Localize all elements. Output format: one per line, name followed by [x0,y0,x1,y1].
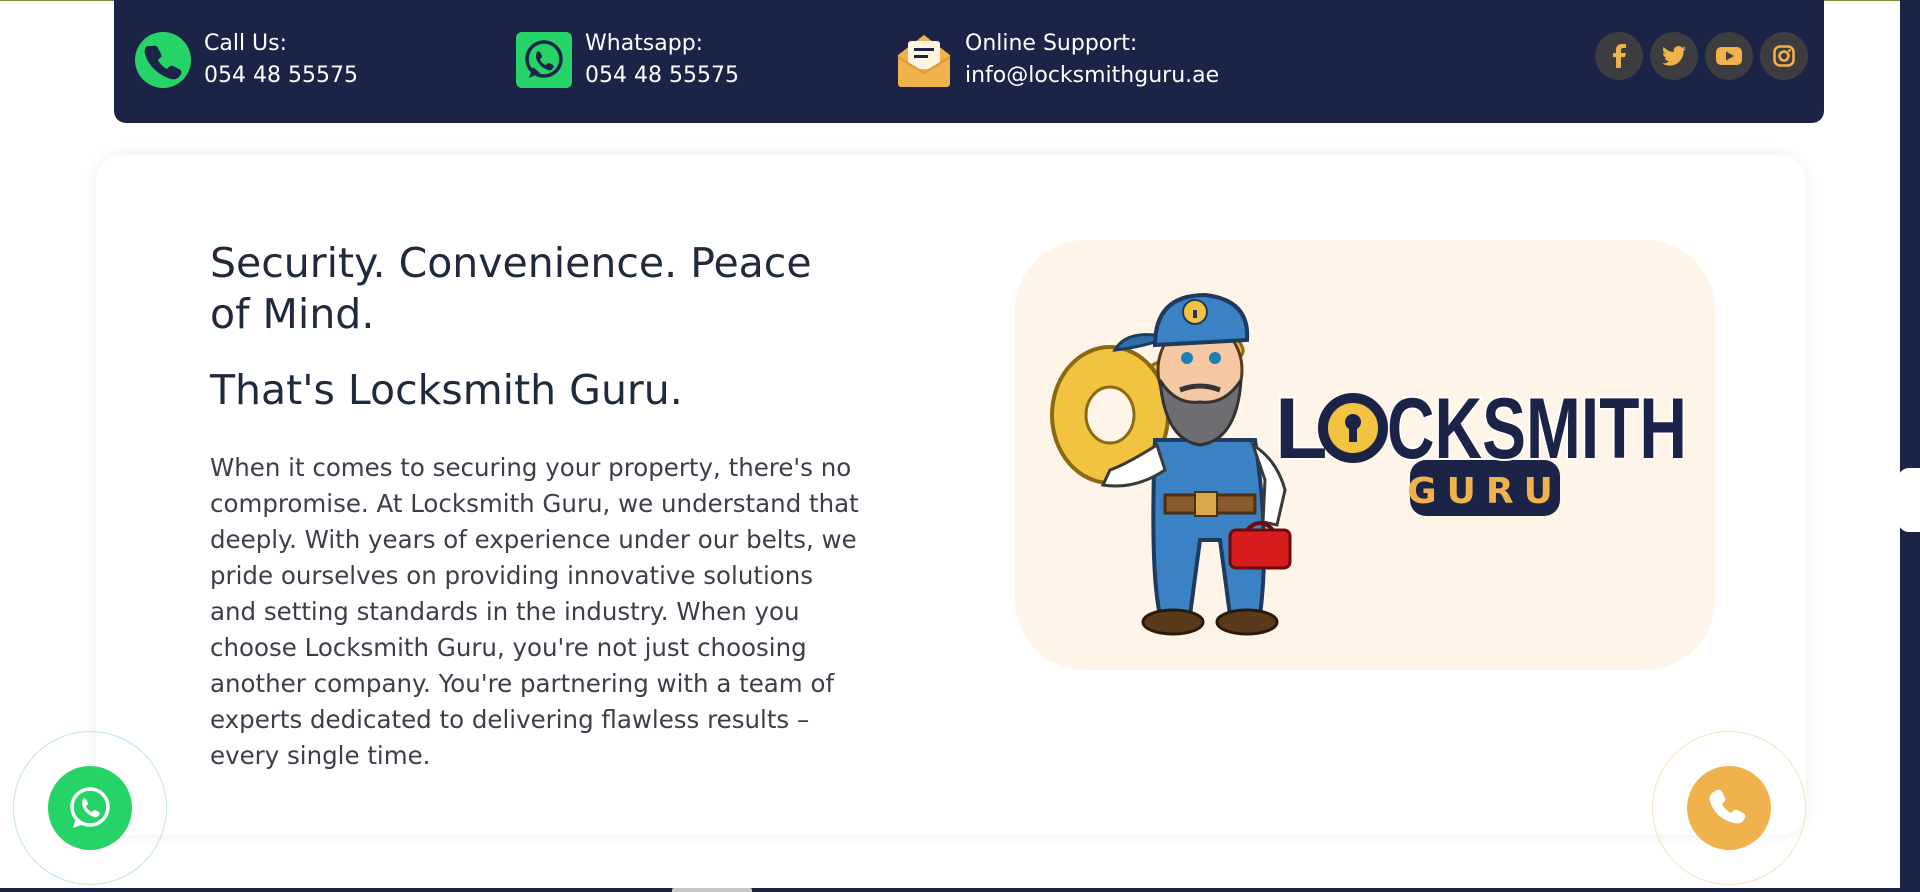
youtube-icon[interactable] [1705,32,1753,80]
mail-envelope-icon [895,31,953,89]
social-links [1595,32,1808,80]
mascot-illustration [1050,292,1292,636]
call-us-number[interactable]: 054 48 55575 [204,60,358,92]
phone-icon [1709,789,1746,824]
whatsapp-item[interactable]: Whatsapp: 054 48 55575 [515,28,739,92]
call-us-label: Call Us: [204,31,288,56]
contact-bar: Call Us: 054 48 55575 Whatsapp: 054 48 5… [114,0,1824,123]
online-support-item[interactable]: Online Support: info@locksmithguru.ae [895,28,1219,92]
whatsapp-label: Whatsapp: [585,31,704,56]
whatsapp-icon [515,31,573,89]
page-scrollbar-thumb[interactable] [1898,468,1920,532]
twitter-icon[interactable] [1650,32,1698,80]
support-email[interactable]: info@locksmithguru.ae [965,60,1219,92]
call-us-item[interactable]: Call Us: 054 48 55575 [134,28,358,92]
facebook-icon[interactable] [1595,32,1643,80]
instagram-icon[interactable] [1760,32,1808,80]
whatsapp-icon [70,787,110,828]
intro-paragraph: When it comes to securing your property,… [210,453,859,770]
locksmith-guru-logo: GURU L CKSMITH [1015,240,1715,670]
bottom-marker [672,888,752,892]
logo-locksmith-text: CKSMITH [1387,381,1687,477]
bottom-edge [0,888,1920,892]
page-scrollbar-track[interactable] [1900,0,1920,892]
call-float-button[interactable] [1687,766,1771,850]
logo-guru-text: GURU [1407,471,1563,512]
intro-heading: Security. Convenience. Peace of Mind. [210,239,812,338]
phone-icon [134,31,192,89]
intro-subheading: That's Locksmith Guru. [210,366,683,414]
whatsapp-number[interactable]: 054 48 55575 [585,60,739,92]
online-support-label: Online Support: [965,31,1138,56]
whatsapp-float-button[interactable] [48,766,132,850]
